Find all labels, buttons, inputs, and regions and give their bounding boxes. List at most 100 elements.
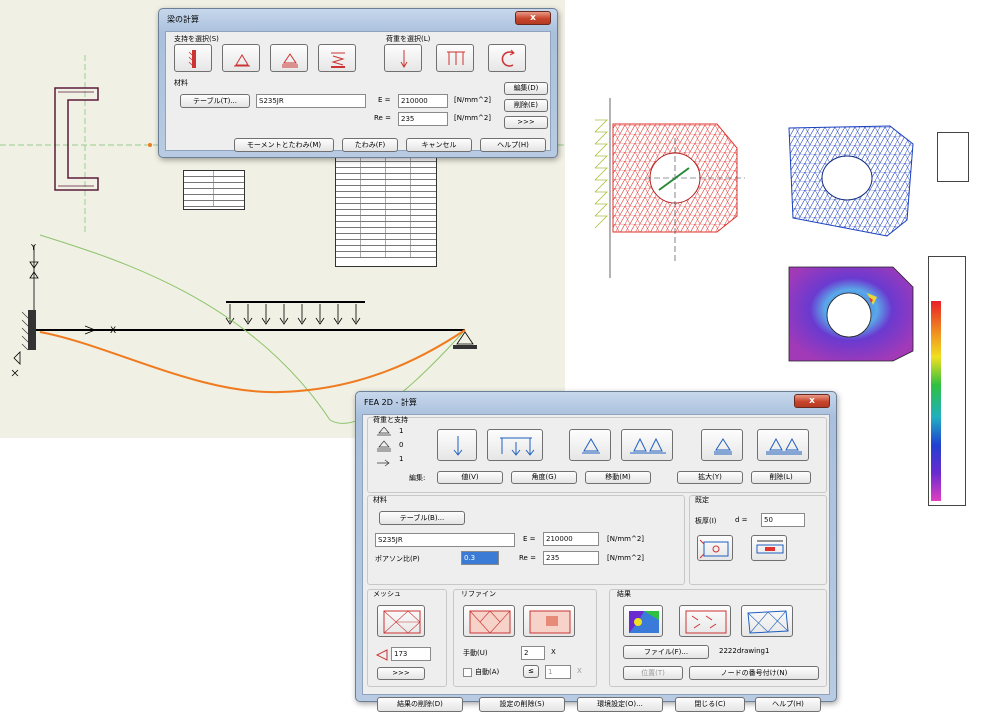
fea-dialog-body: 荷重と支持 1 0 1 編集: 値(V) 角度(G) 移動(M) 拡大(Y) 削… — [362, 414, 830, 712]
fea-dialog-title: FEA 2D - 計算 — [364, 398, 417, 407]
e-unit-label: [N/mm^2] — [607, 535, 645, 543]
file-name-label: 2222drawing1 — [719, 647, 770, 655]
roller-count: 0 — [399, 441, 404, 449]
fixed-support-button[interactable] — [174, 44, 212, 72]
stress-color-map-icon — [629, 611, 659, 633]
mesh-more-button[interactable]: >>> — [377, 667, 425, 680]
roller-support-button[interactable] — [270, 44, 308, 72]
move-button[interactable]: 移動(M) — [585, 471, 651, 484]
moment-load-button[interactable] — [488, 44, 526, 72]
material-table-button[interactable]: テーブル(T)... — [180, 94, 250, 108]
vector-map-button[interactable] — [679, 605, 731, 637]
scale-button[interactable]: 拡大(Y) — [677, 471, 743, 484]
roller-pair-icon — [766, 437, 802, 455]
le-button[interactable]: ≤ — [523, 665, 539, 678]
plate-side-view-icon — [756, 540, 784, 554]
delete-settings-button[interactable]: 設定の削除(S) — [479, 697, 565, 712]
refine-local-mesh-icon — [529, 610, 571, 634]
poisson-field[interactable]: 0.3 — [461, 551, 499, 565]
file-button[interactable]: ファイル(F)... — [623, 645, 709, 659]
more-button[interactable]: >>> — [504, 116, 548, 129]
distributed-force-icon — [500, 437, 535, 456]
mesh-info-legend — [937, 132, 969, 182]
cancel-button[interactable]: キャンセル — [406, 138, 472, 152]
deformed-mesh-icon — [747, 610, 789, 634]
refine-button-1[interactable] — [463, 605, 515, 637]
distributed-force-button[interactable] — [487, 429, 543, 461]
distributed-load-icon — [447, 51, 465, 65]
edit-label: 編集: — [409, 474, 426, 482]
moment-load-icon — [501, 49, 515, 67]
roller-support-icon — [282, 53, 298, 68]
delete-load-button[interactable]: 削除(L) — [751, 471, 811, 484]
material-name-field[interactable]: S235JR — [256, 94, 366, 108]
auto-refine-field[interactable]: 1 — [545, 665, 571, 679]
material-table-button[interactable]: テーブル(B)... — [379, 511, 465, 525]
fea-dialog-close-button[interactable]: x — [794, 394, 830, 408]
auto-checkbox[interactable] — [463, 668, 472, 677]
material-label: 材料 — [373, 496, 387, 504]
spring-support-icon — [331, 52, 345, 68]
material-name-field[interactable]: S235JR — [375, 533, 515, 547]
help-button[interactable]: ヘルプ(H) — [755, 697, 821, 712]
blue-deformed-mesh — [788, 125, 914, 237]
mesh-button[interactable] — [377, 605, 425, 637]
point-load-button[interactable] — [384, 44, 422, 72]
fixed-support-icon — [188, 50, 196, 68]
environment-settings-button[interactable]: 環境設定(O)... — [577, 697, 663, 712]
refine-button-2[interactable] — [523, 605, 575, 637]
help-button[interactable]: ヘルプ(H) — [480, 138, 546, 152]
fea-2d-calculation-dialog: FEA 2D - 計算 x 荷重と支持 1 0 1 編集: 値(V) 角度(G)… — [355, 391, 837, 712]
stress-color-scale — [931, 301, 941, 501]
pin-support-button[interactable] — [222, 44, 260, 72]
stress-legend — [928, 256, 966, 506]
results-table — [335, 155, 437, 267]
beam-calculation-dialog: 梁の計算 x 支持を選択(S) 荷重を選択(L) 編集(D) 削除(E) >>>… — [158, 8, 558, 158]
re-field[interactable]: 235 — [398, 112, 448, 126]
e-label: E = — [523, 535, 536, 543]
pin-pair-button[interactable] — [621, 429, 673, 461]
delete-button[interactable]: 削除(E) — [504, 99, 548, 112]
pin-button[interactable] — [569, 429, 611, 461]
manual-refine-field[interactable]: 2 — [521, 646, 545, 660]
re-unit-label: [N/mm^2] — [607, 554, 645, 562]
section-properties-table — [183, 170, 245, 210]
delete-results-button[interactable]: 結果の削除(D) — [377, 697, 463, 712]
moment-deflection-button[interactable]: モーメントとたわみ(M) — [234, 138, 334, 152]
auto-label: 自動(A) — [475, 668, 500, 676]
d-label: d = — [735, 516, 748, 524]
force-icon — [453, 436, 463, 456]
spring-support-button[interactable] — [318, 44, 356, 72]
fea-dialog-titlebar[interactable]: FEA 2D - 計算 x — [356, 392, 836, 412]
roller-button[interactable] — [701, 429, 743, 461]
pin-count: 1 — [399, 427, 404, 435]
e-modulus-field[interactable]: 210000 — [543, 532, 599, 546]
thickness-side-view-button[interactable] — [751, 535, 787, 561]
value-button[interactable]: 値(V) — [437, 471, 503, 484]
vector-map-icon — [685, 610, 727, 634]
edit-button[interactable]: 編集(D) — [504, 82, 548, 95]
beam-dialog-body: 支持を選択(S) 荷重を選択(L) 編集(D) 削除(E) >>> 材料 テーブ… — [165, 31, 551, 152]
beam-dialog-close-button[interactable]: x — [515, 11, 551, 25]
red-mesh-plate — [594, 98, 745, 278]
re-unit-label: [N/mm^2] — [454, 114, 492, 122]
mesh-size-field[interactable]: 173 — [391, 647, 431, 661]
stress-map-button[interactable] — [623, 605, 663, 637]
position-button[interactable]: 位置(T) — [623, 666, 683, 680]
deformed-mesh-button[interactable] — [741, 605, 793, 637]
roller-pair-button[interactable] — [757, 429, 809, 461]
re-label: Re = — [519, 554, 536, 562]
node-numbering-button[interactable]: ノードの番号付け(N) — [689, 666, 819, 680]
pin-pair-icon — [630, 437, 666, 454]
beam-dialog-titlebar[interactable]: 梁の計算 x — [159, 9, 557, 29]
close-button[interactable]: 閉じる(C) — [675, 697, 745, 712]
thickness-field[interactable]: 50 — [761, 513, 805, 527]
distributed-load-button[interactable] — [436, 44, 474, 72]
re-field[interactable]: 235 — [543, 551, 599, 565]
force-button[interactable] — [437, 429, 477, 461]
mesh-label: メッシュ — [373, 590, 401, 598]
angle-button[interactable]: 角度(G) — [511, 471, 577, 484]
thickness-front-view-button[interactable] — [697, 535, 733, 561]
deflection-button[interactable]: たわみ(F) — [342, 138, 398, 152]
e-modulus-field[interactable]: 210000 — [398, 94, 448, 108]
